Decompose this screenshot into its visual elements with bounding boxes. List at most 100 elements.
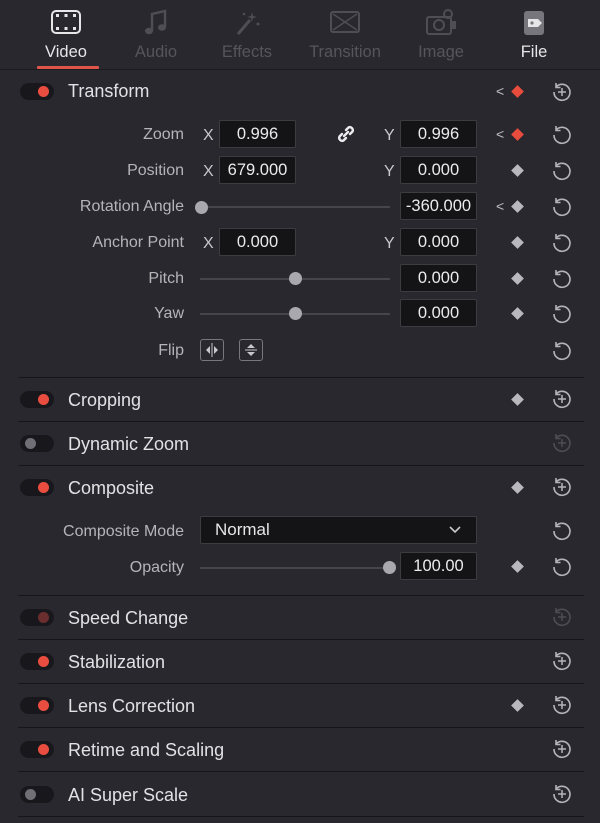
video-icon [17, 9, 115, 37]
keyframe-icon[interactable] [511, 699, 524, 712]
anchor-x-field[interactable]: 0.000 [219, 228, 296, 256]
inspector-tab-bar: Video Audio Effects Transition Image Fil… [0, 0, 600, 70]
transform-enable-toggle[interactable] [20, 83, 54, 100]
prev-keyframe-icon[interactable]: < [496, 198, 504, 214]
axis-x-label: X [203, 235, 214, 252]
reset-icon[interactable] [551, 340, 573, 367]
keyframe-icon[interactable] [511, 85, 524, 98]
tab-effects[interactable]: Effects [198, 0, 296, 70]
dynamic-zoom-enable-toggle[interactable] [20, 435, 54, 452]
rotation-angle-label: Rotation Angle [79, 198, 184, 215]
prev-keyframe-icon[interactable]: < [496, 83, 504, 99]
composite-enable-toggle[interactable] [20, 479, 54, 496]
section-title: Retime and Scaling [68, 740, 225, 760]
opacity-field[interactable]: 100.00 [400, 552, 477, 580]
reset-icon[interactable] [551, 196, 573, 223]
position-label: Position [127, 162, 184, 179]
keyframe-icon[interactable] [511, 393, 524, 406]
section-transform[interactable]: Transform < [0, 70, 600, 114]
opacity-slider-handle[interactable] [383, 561, 396, 574]
reset-icon[interactable] [551, 556, 573, 583]
prev-keyframe-icon[interactable]: < [496, 126, 504, 142]
flip-label: Flip [158, 342, 184, 359]
section-cropping[interactable]: Cropping [0, 378, 600, 422]
reset-icon[interactable] [551, 476, 573, 503]
section-title: Dynamic Zoom [68, 434, 190, 454]
axis-x-label: X [203, 163, 214, 180]
section-ai-super-scale[interactable]: AI Super Scale [0, 772, 600, 816]
anchor-point-label: Anchor Point [92, 234, 184, 251]
opacity-slider-track[interactable] [200, 567, 390, 569]
reset-icon[interactable] [551, 520, 573, 547]
tab-transition[interactable]: Transition [296, 0, 394, 70]
position-y-field[interactable]: 0.000 [400, 156, 477, 184]
reset-icon[interactable] [551, 232, 573, 259]
keyframe-icon[interactable] [511, 128, 524, 141]
section-title: Transform [68, 81, 150, 101]
yaw-slider-handle[interactable] [289, 307, 302, 320]
composite-mode-select[interactable]: Normal [200, 516, 477, 544]
section-composite[interactable]: Composite [0, 466, 600, 510]
keyframe-icon[interactable] [511, 307, 524, 320]
tab-video[interactable]: Video [17, 0, 115, 70]
rotation-angle-field[interactable]: -360.000 [400, 192, 477, 220]
position-x-field[interactable]: 679.000 [219, 156, 296, 184]
reset-icon[interactable] [551, 81, 573, 108]
reset-icon[interactable] [551, 160, 573, 187]
section-title: Stabilization [68, 652, 166, 672]
pitch-label: Pitch [148, 270, 184, 287]
reset-icon[interactable] [551, 388, 573, 415]
tab-file[interactable]: File [485, 0, 583, 70]
keyframe-icon[interactable] [511, 272, 524, 285]
reset-icon[interactable] [551, 783, 573, 810]
pitch-slider-handle[interactable] [289, 272, 302, 285]
magic-wand-icon [198, 9, 296, 37]
reset-icon[interactable] [551, 268, 573, 295]
pitch-field[interactable]: 0.000 [400, 264, 477, 292]
reset-icon[interactable] [551, 738, 573, 765]
reset-icon[interactable] [551, 303, 573, 330]
flip-horizontal-button[interactable] [200, 339, 224, 361]
section-title: Speed Change [68, 608, 189, 628]
rotation-slider-handle[interactable] [195, 201, 208, 214]
section-title: Lens Correction [68, 696, 196, 716]
tab-label: Transition [309, 43, 381, 61]
keyframe-icon[interactable] [511, 481, 524, 494]
section-speed-change[interactable]: Speed Change [0, 596, 600, 640]
tab-label: Video [45, 43, 87, 61]
tab-label: Image [418, 43, 464, 61]
keyframe-icon[interactable] [511, 560, 524, 573]
tab-audio[interactable]: Audio [107, 0, 205, 70]
retime-scaling-enable-toggle[interactable] [20, 741, 54, 758]
yaw-label: Yaw [154, 305, 184, 322]
yaw-field[interactable]: 0.000 [400, 299, 477, 327]
reset-icon [551, 606, 573, 633]
link-icon[interactable] [335, 123, 357, 150]
cropping-enable-toggle[interactable] [20, 391, 54, 408]
tab-label: Effects [221, 43, 273, 61]
axis-x-label: X [203, 127, 214, 144]
flip-vertical-button[interactable] [239, 339, 263, 361]
reset-icon[interactable] [551, 694, 573, 721]
zoom-y-field[interactable]: 0.996 [400, 120, 477, 148]
reset-icon[interactable] [551, 650, 573, 677]
section-lens-correction[interactable]: Lens Correction [0, 684, 600, 728]
ai-super-scale-enable-toggle[interactable] [20, 786, 54, 803]
zoom-label: Zoom [143, 126, 184, 143]
section-dynamic-zoom[interactable]: Dynamic Zoom [0, 422, 600, 466]
keyframe-icon[interactable] [511, 200, 524, 213]
section-title: Composite [68, 478, 155, 498]
reset-icon[interactable] [551, 124, 573, 151]
section-retime-scaling[interactable]: Retime and Scaling [0, 728, 600, 772]
zoom-x-field[interactable]: 0.996 [219, 120, 296, 148]
anchor-y-field[interactable]: 0.000 [400, 228, 477, 256]
stabilization-enable-toggle[interactable] [20, 653, 54, 670]
section-stabilization[interactable]: Stabilization [0, 640, 600, 684]
lens-correction-enable-toggle[interactable] [20, 697, 54, 714]
section-title: Cropping [68, 390, 142, 410]
speed-change-enable-toggle[interactable] [20, 609, 54, 626]
keyframe-icon[interactable] [511, 164, 524, 177]
tab-image[interactable]: Image [392, 0, 490, 70]
keyframe-icon[interactable] [511, 236, 524, 249]
rotation-slider-track[interactable] [200, 206, 390, 208]
